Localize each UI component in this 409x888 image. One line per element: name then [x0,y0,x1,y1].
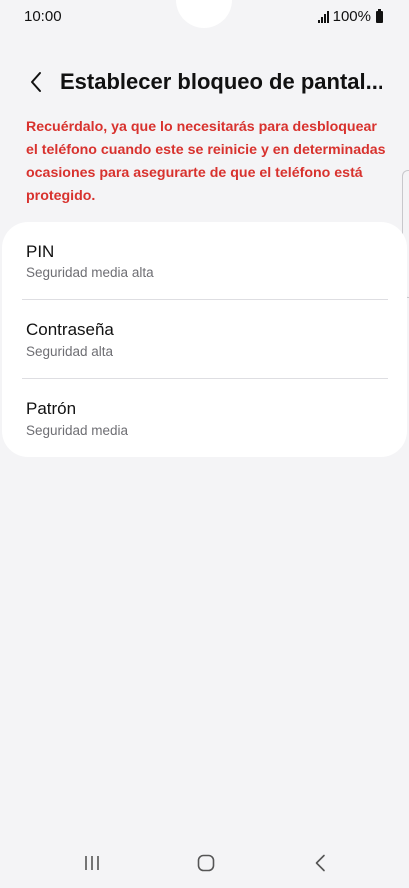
signal-icon [317,10,329,23]
home-button[interactable] [186,848,226,878]
back-nav-button[interactable] [300,848,340,878]
navigation-bar [0,838,409,888]
option-title: Contraseña [26,320,114,339]
battery-percentage: 100% [332,8,371,25]
back-icon [315,854,325,872]
recent-apps-button[interactable] [72,848,112,878]
lock-options-card: PIN Seguridad media alta Contraseña Segu… [2,222,407,457]
status-bar: 10:00 100% [0,0,409,34]
option-pin[interactable]: PIN Seguridad media alta [2,222,407,300]
option-subtitle: Seguridad media [26,423,129,438]
page-title: Establecer bloqueo de pantal... [60,69,382,94]
recent-apps-icon [85,856,99,870]
option-title: PIN [26,242,55,261]
battery-icon [376,8,383,23]
home-icon [197,854,215,872]
option-subtitle: Seguridad alta [26,344,114,359]
option-password[interactable]: Contraseña Seguridad alta [2,300,407,378]
option-subtitle: Seguridad media alta [26,265,154,280]
warning-text: Recuérdalo, ya que lo necesitarás para d… [26,119,386,204]
back-button[interactable] [22,66,50,98]
camera-notch [176,0,232,28]
status-right: 100% [317,8,383,25]
header: Establecer bloqueo de pantal... [0,58,409,106]
status-time: 10:00 [24,8,62,25]
option-pattern[interactable]: Patrón Seguridad media [2,379,407,457]
chevron-left-icon [31,72,41,92]
option-title: Patrón [26,399,77,418]
